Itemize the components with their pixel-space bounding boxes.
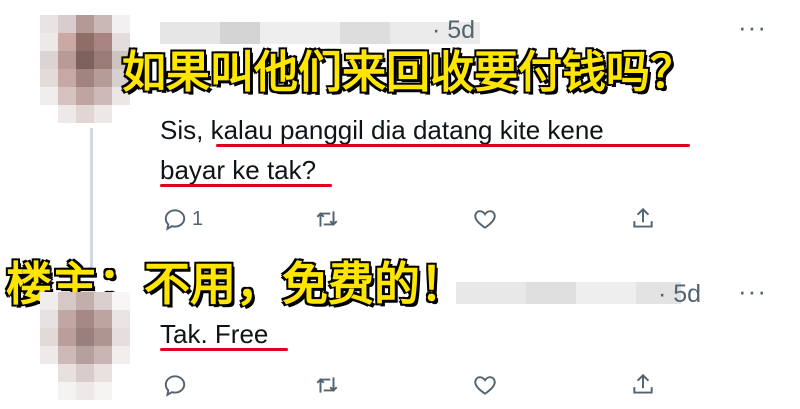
tweet-text-suffix: ?: [301, 155, 317, 185]
reply-count: 1: [192, 207, 204, 230]
like-button[interactable]: [472, 206, 498, 232]
more-options-icon[interactable]: ···: [738, 12, 767, 43]
more-options-icon[interactable]: ···: [738, 276, 767, 307]
share-icon: [633, 207, 653, 228]
like-button[interactable]: [472, 372, 498, 398]
red-underline: [160, 184, 332, 187]
red-underline: [160, 348, 288, 351]
like-icon: [474, 210, 496, 229]
reply-icon: [164, 375, 186, 397]
overlay-caption-question: 如果叫他们来回收要付钱吗？: [121, 46, 695, 99]
avatar[interactable]: [40, 292, 130, 400]
retweet-button[interactable]: [314, 206, 340, 232]
avatar[interactable]: [40, 15, 130, 123]
share-button[interactable]: [630, 206, 656, 232]
tweet-text-underlined: bayar ke tak: [160, 155, 302, 185]
tweet-timestamp[interactable]: · 5d: [658, 280, 701, 309]
reply-button[interactable]: 1: [162, 206, 203, 232]
retweet-button[interactable]: [314, 372, 340, 398]
share-icon: [633, 373, 653, 394]
blurred-username[interactable]: [456, 282, 681, 304]
like-icon: [474, 376, 496, 395]
reply-icon: [164, 209, 186, 231]
retweet-icon: [316, 377, 338, 393]
red-underline: [216, 144, 690, 147]
reply-button[interactable]: [162, 372, 188, 398]
retweet-icon: [316, 211, 338, 227]
tweet-text-underlined: kalau panggil dia datang kite kene: [210, 115, 604, 145]
share-button[interactable]: [630, 372, 656, 398]
tweet-text-prefix: Sis,: [160, 115, 204, 145]
